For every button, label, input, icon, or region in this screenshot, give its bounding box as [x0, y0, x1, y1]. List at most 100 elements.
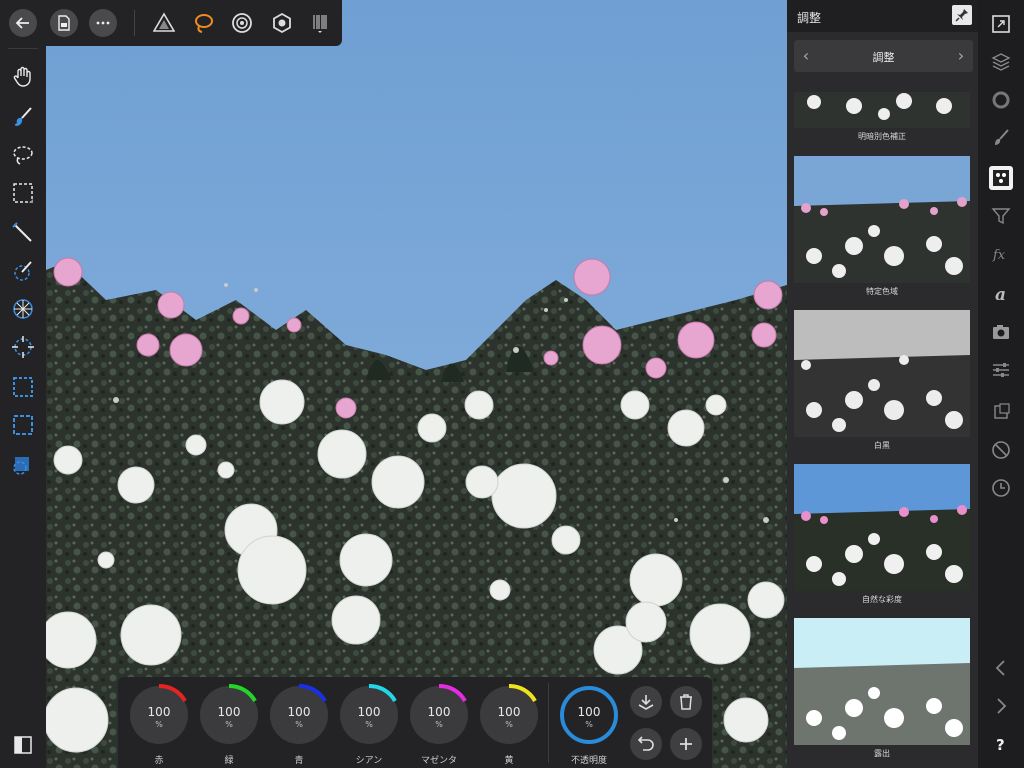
yellow-unit: % — [505, 720, 513, 729]
more-button[interactable] — [89, 9, 117, 37]
plus-icon — [680, 738, 692, 750]
preset-vibrance[interactable]: 自然な彩度 — [794, 464, 970, 606]
preset-thumbnail — [794, 92, 970, 128]
magic-wand-icon[interactable] — [8, 218, 38, 248]
selection-brush-persona-icon[interactable] — [192, 11, 216, 35]
undo-button[interactable] — [630, 728, 662, 760]
studio-tabs: fx a ? — [978, 0, 1024, 768]
preset-thumbnail — [794, 464, 970, 591]
red-channel-dial[interactable]: 100 % — [128, 684, 190, 746]
filters-icon[interactable] — [989, 204, 1013, 228]
opacity-unit: % — [585, 720, 593, 729]
flood-select-icon[interactable] — [8, 256, 38, 286]
yellow-channel-dial[interactable]: 100 % — [478, 684, 540, 746]
pixel-persona-icon[interactable] — [152, 11, 176, 35]
merge-down-icon — [638, 695, 654, 710]
chevron-right-icon[interactable]: › — [951, 46, 971, 66]
text-icon[interactable]: a — [989, 282, 1013, 306]
pin-panel-button[interactable] — [952, 5, 972, 25]
preset-thumbnail — [794, 310, 970, 437]
hand-icon[interactable] — [8, 62, 38, 92]
trash-icon — [680, 694, 692, 710]
red-value: 100 — [147, 705, 171, 719]
channel-mixer-context-bar: 100 % 赤 100 % 緑 100 % 青 100 % シアン 100 % … — [118, 677, 712, 768]
camera-icon[interactable] — [989, 320, 1013, 344]
add-button[interactable] — [670, 728, 702, 760]
paint-brush-icon[interactable] — [8, 102, 38, 132]
blue-unit: % — [295, 720, 303, 729]
cyan-unit: % — [365, 720, 373, 729]
dashed-square-icon[interactable] — [8, 410, 38, 440]
rectangle-selection-icon[interactable] — [8, 372, 38, 402]
chevron-left-icon[interactable] — [989, 656, 1013, 680]
fx-icon[interactable]: fx — [989, 242, 1013, 266]
magenta-value: 100 — [427, 705, 451, 719]
green-label: 緑 — [224, 756, 234, 766]
magenta-label: マゼンタ — [420, 756, 457, 766]
toolbar-divider — [8, 48, 38, 49]
chevron-right-icon[interactable] — [989, 694, 1013, 718]
quick-mask-icon[interactable] — [8, 450, 38, 480]
delete-button[interactable] — [670, 686, 702, 718]
sphere-tool-icon[interactable] — [8, 294, 38, 324]
panel-header: 調整 — [787, 0, 978, 32]
sliders-icon[interactable] — [989, 358, 1013, 382]
green-value: 100 — [217, 705, 241, 719]
preset-label: 特定色域 — [866, 287, 898, 296]
yellow-label: 黄 — [504, 756, 514, 766]
document-button[interactable] — [50, 9, 78, 37]
transform-icon[interactable] — [989, 400, 1013, 424]
history-icon[interactable] — [989, 476, 1013, 500]
preset-thumbnail — [794, 618, 970, 745]
preset-label: 自然な彩度 — [862, 595, 902, 604]
magenta-unit: % — [435, 720, 443, 729]
rectangular-marquee-icon[interactable] — [8, 178, 38, 208]
toolbar-divider — [134, 10, 135, 36]
preset-selective-color[interactable]: 特定色域 — [794, 156, 970, 298]
blue-channel-dial[interactable]: 100 % — [268, 684, 330, 746]
adjustments-icon[interactable] — [989, 166, 1013, 190]
preset-thumbnail — [794, 156, 970, 283]
preset-black-white[interactable]: 白黒 — [794, 310, 970, 452]
context-divider — [548, 683, 549, 763]
blue-label: 青 — [294, 756, 304, 766]
more-icon — [96, 21, 110, 25]
export-persona-icon[interactable] — [308, 11, 332, 35]
chevron-left-icon[interactable]: ‹ — [796, 46, 816, 66]
affinity-photo-app: 100 % 赤 100 % 緑 100 % 青 100 % シアン 100 % … — [0, 0, 1024, 768]
svg-text:fx: fx — [992, 248, 1006, 263]
svg-text:?: ? — [996, 736, 1005, 754]
opacity-dial[interactable]: 100 % — [558, 684, 620, 746]
brushes-icon[interactable] — [989, 126, 1013, 150]
develop-persona-icon[interactable] — [270, 11, 294, 35]
merge-down-button[interactable] — [630, 686, 662, 718]
category-selector[interactable]: ‹ 調整 › — [794, 40, 973, 72]
yellow-value: 100 — [497, 705, 521, 719]
back-icon — [15, 17, 29, 29]
prohibited-icon[interactable] — [989, 438, 1013, 462]
photo-canvas[interactable] — [46, 0, 787, 768]
red-label: 赤 — [154, 756, 164, 766]
preset-label: 明暗別色補正 — [858, 132, 906, 141]
help-icon[interactable]: ? — [989, 732, 1013, 756]
svg-text:a: a — [995, 285, 1006, 304]
freehand-selection-icon[interactable] — [8, 140, 38, 170]
green-channel-dial[interactable]: 100 % — [198, 684, 260, 746]
undo-icon — [637, 736, 654, 751]
preset-label: 白黒 — [874, 441, 890, 450]
preset-split-toning[interactable]: 明暗別色補正 — [794, 92, 970, 144]
opacity-label: 不透明度 — [570, 756, 607, 766]
color-icon[interactable] — [989, 88, 1013, 112]
toggle-panel-icon[interactable] — [8, 730, 38, 760]
target-tool-icon[interactable] — [8, 332, 38, 362]
pin-icon — [955, 9, 968, 22]
liquify-persona-icon[interactable] — [230, 11, 254, 35]
back-button[interactable] — [9, 9, 37, 37]
layers-icon[interactable] — [989, 50, 1013, 74]
preset-exposure[interactable]: 露出 — [794, 618, 970, 760]
cyan-channel-dial[interactable]: 100 % — [338, 684, 400, 746]
magenta-channel-dial[interactable]: 100 % — [408, 684, 470, 746]
navigator-icon[interactable] — [989, 12, 1013, 36]
cyan-label: シアン — [355, 756, 383, 766]
opacity-value: 100 — [577, 705, 601, 719]
